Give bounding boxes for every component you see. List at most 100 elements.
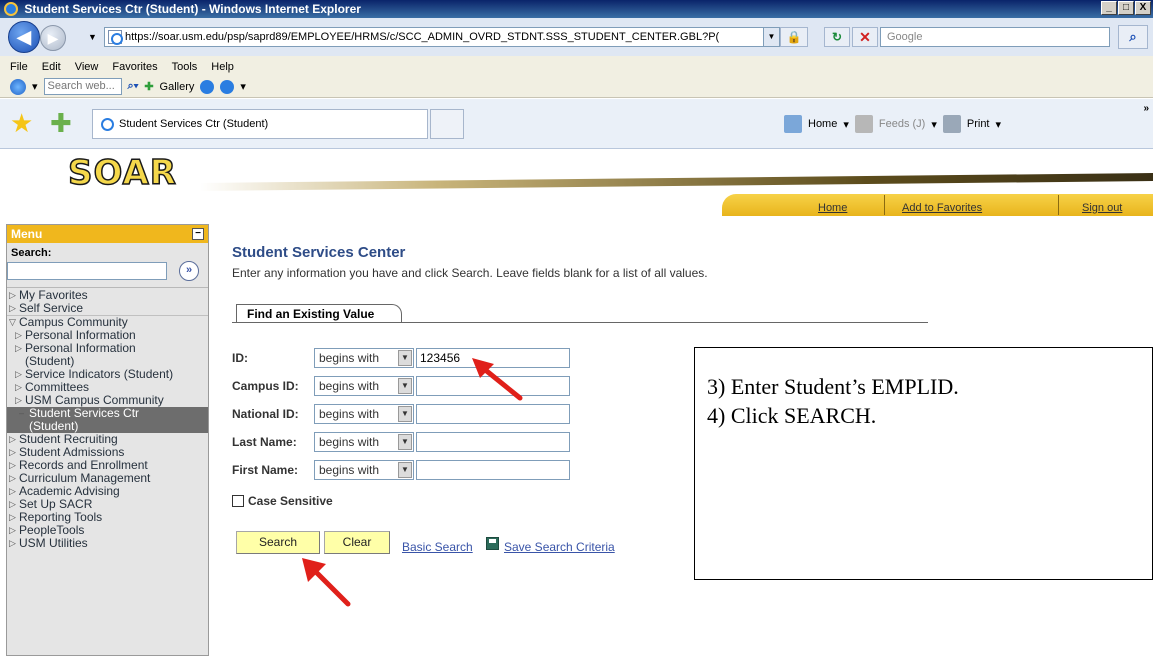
window-controls: _ □ X bbox=[1101, 1, 1151, 15]
address-input[interactable]: https://soar.usm.edu/psp/saprd89/EMPLOYE… bbox=[104, 27, 780, 47]
command-bar: Home ▾ Feeds (J) ▾ Print ▾ bbox=[784, 115, 1001, 133]
add-to-favorites-link[interactable]: Add to Favorites bbox=[902, 202, 982, 214]
clear-button[interactable]: Clear bbox=[324, 531, 390, 554]
collapsed-arrow-icon: ▷ bbox=[15, 369, 22, 379]
search-button[interactable]: Search bbox=[236, 531, 320, 554]
menu-search-go-icon[interactable]: » bbox=[179, 261, 199, 281]
stop-icon[interactable]: ✕ bbox=[852, 27, 878, 47]
sidebar-item-label: USM Utilities bbox=[19, 536, 88, 550]
menu-header: Menu − bbox=[7, 225, 208, 243]
more-dropdown-icon[interactable]: ▾ bbox=[240, 80, 246, 93]
page-instruction: Enter any information you have and click… bbox=[232, 266, 708, 280]
collapsed-arrow-icon: ▷ bbox=[9, 303, 16, 313]
url-text: https://soar.usm.edu/psp/saprd89/EMPLOYE… bbox=[125, 31, 720, 43]
chevron-down-icon[interactable]: ▼ bbox=[398, 434, 412, 450]
collapsed-arrow-icon: ▷ bbox=[15, 343, 22, 353]
save-search-criteria-link[interactable]: Save Search Criteria bbox=[504, 540, 615, 554]
maximize-button[interactable]: □ bbox=[1118, 1, 1134, 15]
feeds-dropdown-icon[interactable]: ▾ bbox=[931, 118, 937, 131]
sign-out-link[interactable]: Sign out bbox=[1082, 202, 1122, 214]
basic-search-link[interactable]: Basic Search bbox=[402, 540, 473, 554]
chevron-down-icon[interactable]: ▼ bbox=[398, 406, 412, 422]
gallery-icon[interactable]: ✚ bbox=[144, 80, 153, 93]
national-id-row: National ID: begins with ▼ bbox=[232, 404, 570, 424]
more-commands-icon[interactable]: » bbox=[1143, 103, 1149, 114]
history-dropdown-icon[interactable]: ▼ bbox=[88, 32, 97, 42]
favorites-star-icon[interactable]: ★ bbox=[10, 110, 33, 136]
minimize-button[interactable]: _ bbox=[1101, 1, 1117, 15]
menu-help[interactable]: Help bbox=[211, 61, 234, 73]
link-divider bbox=[1058, 195, 1059, 215]
lock-icon[interactable]: 🔒 bbox=[780, 27, 808, 47]
refresh-icon[interactable]: ↻ bbox=[824, 27, 850, 47]
sidebar-item[interactable]: ▷ Self Service bbox=[7, 302, 208, 315]
info-circle-icon[interactable] bbox=[220, 79, 235, 94]
forward-button[interactable]: ▶ bbox=[40, 25, 66, 51]
campus-id-operator-select[interactable]: begins with ▼ bbox=[314, 376, 414, 396]
toolbar-row: ▾ Search web... ⌕▾ ✚ Gallery ▾ bbox=[10, 78, 246, 95]
sidebar-item-label: Student Services Ctr (Student) bbox=[29, 406, 140, 433]
sidebar-item[interactable]: ▷ USM Utilities bbox=[7, 537, 208, 550]
sidebar-item[interactable]: – Student Services Ctr (Student) bbox=[7, 407, 208, 433]
national-id-input[interactable] bbox=[416, 404, 570, 424]
save-disk-icon[interactable] bbox=[486, 537, 499, 550]
last-name-row: Last Name: begins with ▼ bbox=[232, 432, 570, 452]
collapsed-arrow-icon: ▷ bbox=[9, 460, 16, 470]
window-titlebar: Student Services Ctr (Student) - Windows… bbox=[0, 0, 1153, 18]
menu-edit[interactable]: Edit bbox=[42, 61, 61, 73]
first-name-input[interactable] bbox=[416, 460, 570, 480]
sidebar-item[interactable]: ▽ Campus Community bbox=[7, 315, 208, 329]
collapsed-arrow-icon: ▷ bbox=[9, 434, 16, 444]
first-name-operator-select[interactable]: begins with ▼ bbox=[314, 460, 414, 480]
tab-student-services[interactable]: Student Services Ctr (Student) bbox=[92, 109, 428, 139]
gallery-button[interactable]: Gallery bbox=[160, 81, 195, 93]
menu-file[interactable]: File bbox=[10, 61, 28, 73]
print-button[interactable]: Print bbox=[967, 118, 990, 130]
sidebar-item-label: Personal Information (Student) bbox=[25, 341, 136, 368]
favorites-bar: ★ ✚ Student Services Ctr (Student) Home … bbox=[0, 99, 1153, 149]
home-link[interactable]: Home bbox=[818, 202, 847, 214]
id-label: ID: bbox=[232, 351, 248, 365]
arrow-to-id-field-icon bbox=[472, 358, 523, 401]
home-icon[interactable] bbox=[784, 115, 802, 133]
search-web-input[interactable]: Search web... bbox=[43, 78, 122, 95]
last-name-operator-select[interactable]: begins with ▼ bbox=[314, 432, 414, 452]
search-web-go-icon[interactable]: ⌕▾ bbox=[128, 80, 139, 93]
sidebar-item[interactable]: ▷ Personal Information (Student) bbox=[7, 342, 208, 368]
menu-view[interactable]: View bbox=[75, 61, 99, 73]
tab-find-existing-value[interactable]: Find an Existing Value bbox=[236, 304, 402, 323]
ie-logo-icon bbox=[4, 2, 18, 16]
id-operator-select[interactable]: begins with ▼ bbox=[314, 348, 414, 368]
url-dropdown-icon[interactable]: ▼ bbox=[763, 28, 779, 46]
help-circle-icon[interactable] bbox=[200, 79, 215, 94]
chevron-down-icon[interactable]: ▼ bbox=[398, 350, 412, 366]
new-tab-button[interactable] bbox=[430, 109, 464, 139]
menu-tools[interactable]: Tools bbox=[172, 61, 198, 73]
print-dropdown-icon[interactable]: ▾ bbox=[996, 118, 1002, 131]
add-favorite-icon[interactable]: ✚ bbox=[50, 110, 72, 136]
home-dropdown-icon[interactable]: ▾ bbox=[843, 118, 849, 131]
feeds-button[interactable]: Feeds (J) bbox=[879, 118, 925, 130]
back-button[interactable]: ◀ bbox=[8, 21, 40, 53]
toolbar-dropdown-icon[interactable]: ▾ bbox=[32, 80, 38, 93]
menu-favorites[interactable]: Favorites bbox=[112, 61, 157, 73]
last-name-input[interactable] bbox=[416, 432, 570, 452]
print-icon[interactable] bbox=[942, 115, 961, 133]
collapse-menu-icon[interactable]: − bbox=[192, 228, 204, 240]
close-button[interactable]: X bbox=[1135, 1, 1151, 15]
collapsed-arrow-icon: ▷ bbox=[9, 525, 16, 535]
search-icon[interactable]: ⌕ bbox=[1118, 25, 1148, 49]
chevron-down-icon[interactable]: ▼ bbox=[398, 378, 412, 394]
case-sensitive-checkbox[interactable] bbox=[232, 495, 244, 507]
instruction-callout: 3) Enter Student’s EMPLID. 4) Click SEAR… bbox=[694, 347, 1153, 580]
home-button[interactable]: Home bbox=[808, 118, 837, 130]
collapsed-arrow-icon: ▷ bbox=[9, 290, 16, 300]
collapsed-arrow-icon: ▷ bbox=[9, 499, 16, 509]
feeds-icon[interactable] bbox=[854, 115, 873, 133]
case-sensitive-row: Case Sensitive bbox=[232, 494, 333, 508]
menu-search-input[interactable] bbox=[7, 262, 167, 280]
search-input[interactable]: Google bbox=[880, 27, 1110, 47]
national-id-operator-select[interactable]: begins with ▼ bbox=[314, 404, 414, 424]
toolbar-logo-icon[interactable] bbox=[10, 78, 26, 95]
chevron-down-icon[interactable]: ▼ bbox=[398, 462, 412, 478]
